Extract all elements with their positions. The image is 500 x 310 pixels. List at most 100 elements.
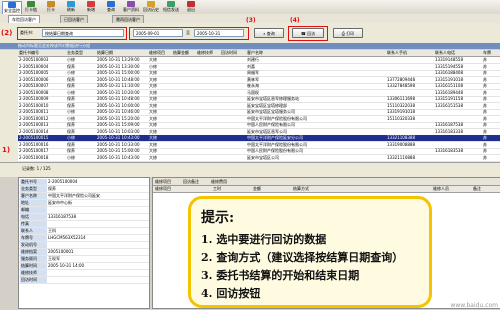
tab-repair-costs[interactable]: 维修费用 — [211, 179, 227, 185]
table-cell: 13321110888 — [387, 154, 415, 160]
table-row[interactable]: 2-2005100018 小修 2005-10-31 10:43:00 大修 延安市宝塔… — [18, 155, 500, 162]
table-cell: 延安市宝塔区晋军修理服务站 — [247, 96, 299, 101]
table-cell: 2-2005100017 — [19, 148, 49, 153]
table-cell: 小修 — [67, 135, 75, 140]
detail-label: 维修技师 — [20, 270, 47, 276]
record-detail-panel: 委托书号 2-2005100004 业务类型 保养 客户名称 中国太平洋财产保险公司延安地… — [18, 177, 150, 309]
detail-label: 邮编 — [20, 207, 47, 213]
row-indicator-column: 1) — [0, 50, 19, 162]
column-header[interactable]: 维修项目 — [148, 50, 171, 56]
date-from-field[interactable]: 2005-09-01 — [133, 29, 183, 37]
detail-value: 王现军 — [48, 256, 60, 261]
column-header[interactable]: 金额 — [253, 186, 261, 192]
column-header[interactable]: 维修人员 — [433, 186, 449, 192]
group-by-bar[interactable]: 拖动列标题至此处按该列对数据进行分组 — [0, 43, 500, 49]
detail-label: 服务顾问 — [20, 256, 47, 262]
table-cell: 2-2005100010 — [19, 102, 49, 108]
visit-button[interactable]: ☎ 回访 — [292, 28, 324, 38]
column-header[interactable]: 委托书编号 — [18, 50, 65, 56]
column-header[interactable]: 结算金额 — [172, 50, 195, 56]
table-cell: 保养 — [67, 83, 75, 88]
toolbar-button-chain[interactable]: 打卡链 — [22, 1, 40, 13]
toolbar-button-customer[interactable]: 客户资料 — [122, 1, 140, 13]
column-header[interactable]: 车牌 — [482, 50, 500, 56]
search-button[interactable]: ⌕ 查询 — [254, 28, 284, 38]
table-cell: 大修 — [149, 83, 157, 88]
table-cell: 刘喜 — [247, 63, 255, 69]
table-cell: 苏 — [483, 122, 487, 127]
column-header[interactable]: 备注 — [473, 186, 481, 192]
column-header[interactable]: 业务类型 — [66, 50, 95, 56]
toolbar-button-sms[interactable]: 短信发送 — [162, 1, 180, 13]
table-cell: 小修 — [67, 115, 75, 121]
table-cell: 13315191158 — [435, 96, 463, 101]
table-cell: 保养 — [67, 102, 75, 108]
visit-tabs: 维修项目 回访备注 维修费用 — [153, 178, 500, 186]
table-cell: 苏 — [483, 148, 487, 153]
detail-label: 电话 — [20, 214, 47, 220]
print-button[interactable]: ⎙ 打印 — [333, 28, 363, 38]
table-cell: 苏 — [483, 83, 487, 88]
query-type-label: 委托书: — [20, 30, 34, 35]
table-cell: 2005-10-31 10:43:00 — [97, 154, 140, 160]
table-cell: 2005-10-31 10:33:00 — [97, 141, 140, 147]
query-type-select[interactable]: 按结算日期查询 — [42, 29, 124, 37]
column-header[interactable]: 结算日期 — [96, 50, 147, 56]
column-header[interactable]: 客户名称 — [246, 50, 337, 56]
detail-row: 服务顾问 王现军 — [19, 256, 149, 263]
table-cell: 13316151108 — [435, 83, 463, 88]
grid-header: 委托书编号 业务类型 结算日期 维修项目 结算金额 维修技师 回访时间 客户名称… — [18, 50, 500, 57]
column-header[interactable]: 结算方式 — [293, 186, 309, 192]
table-cell: 延安市宝塔区晋军公司 — [247, 128, 287, 134]
tab-repair-items[interactable]: 维修项目 — [155, 179, 171, 185]
date-separator: 至 — [186, 30, 190, 35]
detail-row: 发动机号 — [19, 242, 149, 249]
table-cell: 苏 — [483, 135, 487, 140]
table-cell: 小修 — [67, 109, 75, 114]
table-cell: 2005-10-31 15:20:00 — [97, 115, 140, 121]
table-cell: 大修 — [149, 76, 157, 82]
table-cell: 13316151538 — [435, 102, 463, 108]
toolbar-button-new[interactable]: 新增 — [82, 1, 100, 13]
table-cell: 保养 — [67, 148, 75, 153]
tab-visit-notes[interactable]: 回访备注 — [183, 179, 199, 185]
table-cell: 13319148558 — [435, 57, 463, 62]
table-cell: 2-2005100016 — [19, 141, 49, 147]
phone-icon: ☎ — [300, 31, 306, 36]
column-header[interactable]: 回访时间 — [220, 50, 245, 56]
column-header[interactable]: 维修技师 — [196, 50, 219, 56]
table-cell: 苏 — [483, 154, 487, 160]
table-cell: 2005-10-31 15:00:00 — [97, 70, 140, 75]
table-cell: 小修 — [67, 70, 75, 75]
toolbar-button-refresh[interactable]: 刷新 — [62, 1, 80, 13]
column-header[interactable]: 联系人电话 — [434, 50, 481, 56]
date-to-field[interactable]: 2005-10-31 — [194, 29, 244, 37]
detail-label: 车牌号 — [20, 235, 47, 241]
table-cell: 大修 — [149, 96, 157, 101]
column-header[interactable]: 维修项目 — [155, 186, 171, 192]
detail-row: 维修档案 2005100001 — [19, 249, 149, 256]
table-cell: 大修 — [149, 141, 157, 147]
table-cell: 13316189448 — [435, 89, 463, 95]
toolbar-button-search[interactable]: 查询 — [102, 1, 120, 13]
table-cell: 2-2005100007 — [19, 83, 49, 88]
detail-label: 回访时间 — [20, 277, 47, 283]
toolbar-button-history[interactable]: 回访历史 — [142, 1, 160, 13]
tip-line: 1. 选中要进行回访的数据 — [201, 233, 327, 246]
table-cell: 苏 — [483, 76, 487, 82]
table-cell: 苏 — [483, 128, 487, 134]
detail-value: 2005-10-31 14:00 — [48, 263, 85, 268]
table-cell: 延安市宝塔区宝塔服务公司 — [247, 109, 295, 114]
table-cell: 崔永海 — [247, 83, 259, 88]
table-cell: 2-2005100009 — [19, 96, 49, 101]
column-header[interactable]: 联系人手机 — [386, 50, 433, 56]
detail-value: 保养 — [48, 186, 56, 191]
detail-label: 客户名称 — [20, 193, 47, 199]
table-cell: 2005-10-31 15:00:00 — [97, 148, 140, 153]
toolbar-button-monitor[interactable]: 安全监控 — [2, 1, 22, 15]
column-header[interactable]: 工时 — [213, 186, 221, 192]
table-cell: 13316183538 — [435, 148, 463, 153]
table-cell: 15110320338 — [387, 115, 415, 121]
toolbar-button-punch[interactable]: 打卡 — [42, 1, 60, 13]
toolbar-button-exit[interactable]: 退出 — [182, 1, 200, 13]
